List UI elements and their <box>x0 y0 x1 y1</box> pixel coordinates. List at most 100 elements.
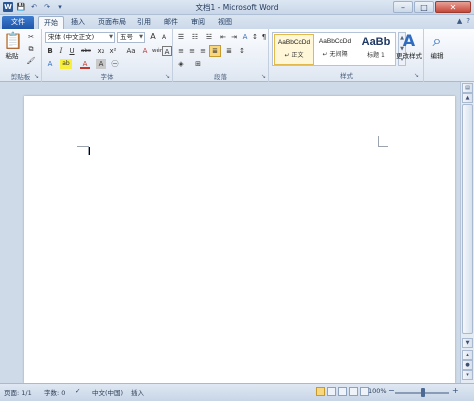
format-painter-icon[interactable]: 🖌 <box>26 56 36 66</box>
text-effects-icon[interactable]: A <box>45 59 55 69</box>
clear-formatting-icon[interactable]: A <box>140 46 150 56</box>
align-left-icon[interactable]: ≡ <box>176 46 186 56</box>
paragraph-launcher-icon[interactable]: ↘ <box>261 73 266 80</box>
borders-icon[interactable]: ⊞ <box>193 59 203 69</box>
strikethrough-icon[interactable]: abc <box>79 46 93 56</box>
tab-file[interactable]: 文件 <box>2 16 34 29</box>
italic-icon[interactable]: I <box>56 46 66 56</box>
subscript-icon[interactable]: x₂ <box>96 46 106 56</box>
style-heading-1[interactable]: AaBb 标题 1 <box>356 34 396 65</box>
line-spacing-icon[interactable]: ↕ <box>237 46 247 56</box>
editing-label: 编辑 <box>430 52 444 60</box>
view-buttons <box>316 387 369 396</box>
superscript-icon[interactable]: x² <box>108 46 118 56</box>
style-normal[interactable]: AaBbCcDd ↵ 正文 <box>274 34 314 65</box>
scroll-down-button[interactable]: ▼ <box>462 338 473 348</box>
tab-review[interactable]: 审阅 <box>187 16 209 29</box>
change-styles-button[interactable]: A 更改样式 <box>396 31 422 61</box>
previous-page-button[interactable]: ▴ <box>462 350 473 360</box>
zoom-in-button[interactable]: + <box>452 386 459 395</box>
numbering-icon[interactable]: ☷ <box>190 32 200 42</box>
justify-icon[interactable]: ≣ <box>209 45 221 57</box>
enclose-characters-icon[interactable]: ㊀ <box>110 59 120 69</box>
tab-references[interactable]: 引用 <box>133 16 155 29</box>
select-browse-object-button[interactable]: ● <box>462 360 473 370</box>
underline-icon[interactable]: U <box>67 46 77 56</box>
tab-view[interactable]: 视图 <box>214 16 236 29</box>
title-bar: W 💾 ↶ ↷ ▾ 文档1 - Microsoft Word – □ ✕ <box>0 0 474 15</box>
zoom-slider-thumb[interactable] <box>421 388 425 397</box>
paste-button[interactable]: 📋 粘贴 <box>3 32 23 61</box>
font-launcher-icon[interactable]: ↘ <box>165 73 170 80</box>
document-page[interactable] <box>24 96 455 383</box>
phonetic-guide-icon[interactable]: wén <box>152 46 163 56</box>
tab-page-layout[interactable]: 页面布局 <box>92 16 132 29</box>
font-size-combo[interactable]: 五号 ▼ <box>117 32 145 43</box>
style-name: 标题 1 <box>367 52 385 59</box>
copy-icon[interactable]: ⧉ <box>26 44 36 54</box>
change-styles-label: 更改样式 <box>396 52 422 60</box>
font-name-combo[interactable]: 宋体 (中文正文) ▼ <box>45 32 115 43</box>
font-size-dropdown-icon[interactable]: ▼ <box>139 33 143 42</box>
change-styles-icon: A <box>402 31 416 50</box>
highlight-icon[interactable]: ab <box>60 59 72 69</box>
close-button[interactable]: ✕ <box>435 1 471 13</box>
word-count[interactable]: 字数: 0 <box>44 387 65 397</box>
tab-mailings[interactable]: 邮件 <box>160 16 182 29</box>
decrease-indent-icon[interactable]: ⇤ <box>218 32 228 42</box>
font-name-dropdown-icon[interactable]: ▼ <box>109 33 113 42</box>
font-size-value: 五号 <box>120 33 133 41</box>
text-cursor <box>89 147 90 155</box>
bullets-icon[interactable]: ☰ <box>176 32 186 42</box>
character-shading-icon[interactable]: A <box>96 59 106 69</box>
next-page-button[interactable]: ▾ <box>462 370 473 380</box>
page-count[interactable]: 页面: 1/1 <box>4 387 32 397</box>
align-right-icon[interactable]: ≡ <box>198 46 208 56</box>
outline-icon[interactable] <box>349 387 358 396</box>
find-icon: ⌕ <box>432 31 442 50</box>
style-no-spacing[interactable]: AaBbCcDd ↵ 无间隔 <box>315 34 355 65</box>
align-center-icon[interactable]: ≡ <box>187 46 197 56</box>
grow-font-icon[interactable]: A <box>148 32 158 42</box>
paragraph-group-label: 段落 <box>214 73 227 81</box>
minimize-ribbon-icon[interactable]: ▲ <box>457 17 462 25</box>
show-marks-icon[interactable]: ¶ <box>259 32 269 42</box>
multilevel-list-icon[interactable]: ☱ <box>204 32 214 42</box>
shading-icon[interactable]: ◈ <box>176 59 186 69</box>
help-icon[interactable]: ? <box>466 17 470 25</box>
zoom-level[interactable]: 100% <box>368 387 387 395</box>
vertical-scrollbar[interactable]: ▤ ▲ ▼ ▴ ● ▾ <box>460 82 474 383</box>
clipboard-launcher-icon[interactable]: ↘ <box>34 73 39 80</box>
zoom-out-button[interactable]: − <box>388 386 395 395</box>
maximize-button[interactable]: □ <box>414 1 434 13</box>
character-border-icon[interactable]: A <box>162 46 172 56</box>
font-color-icon[interactable]: A <box>80 59 90 69</box>
distributed-icon[interactable]: ≣ <box>224 46 234 56</box>
shrink-font-icon[interactable]: A <box>159 33 169 43</box>
change-case-icon[interactable]: Aa <box>126 46 136 56</box>
style-preview: AaBbCcDd <box>318 38 352 45</box>
scroll-up-button[interactable]: ▲ <box>462 93 473 103</box>
scrollbar-thumb[interactable] <box>462 104 473 334</box>
tab-insert[interactable]: 插入 <box>66 16 90 29</box>
cut-icon[interactable]: ✂ <box>26 32 36 42</box>
style-name: ↵ 正文 <box>284 52 304 59</box>
chinese-layout-icon[interactable]: A <box>240 32 250 42</box>
bold-icon[interactable]: B <box>45 46 55 56</box>
ruler-toggle-icon[interactable]: ▤ <box>462 83 473 93</box>
crop-mark <box>77 146 88 147</box>
print-layout-icon[interactable] <box>316 387 325 396</box>
web-layout-icon[interactable] <box>338 387 347 396</box>
clipboard-group: 📋 粘贴 ✂ ⧉ 🖌 剪贴板 ↘ <box>0 29 42 82</box>
insert-mode[interactable]: 插入 <box>131 387 144 397</box>
tab-right-icons: ▲ ? <box>457 17 470 25</box>
minimize-button[interactable]: – <box>393 1 413 13</box>
tab-home[interactable]: 开始 <box>38 16 64 29</box>
document-workspace <box>0 82 474 383</box>
proofing-icon[interactable]: ✓ <box>75 387 80 395</box>
increase-indent-icon[interactable]: ⇥ <box>229 32 239 42</box>
language-indicator[interactable]: 中文(中国) <box>92 387 123 397</box>
full-screen-reading-icon[interactable] <box>327 387 336 396</box>
editing-button[interactable]: ⌕ 编辑 <box>426 31 448 61</box>
styles-launcher-icon[interactable]: ↘ <box>414 72 419 79</box>
